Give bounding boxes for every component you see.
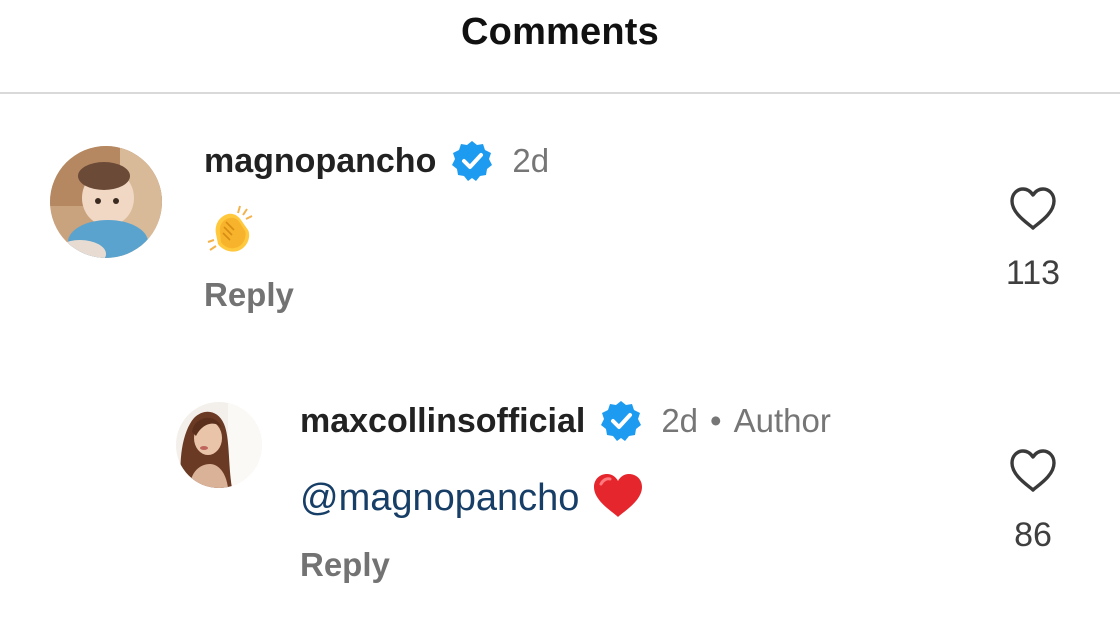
comment-body: @magnopancho — [300, 472, 645, 525]
author-badge: Author — [733, 402, 831, 439]
comment-time: 2d — [512, 142, 550, 179]
comments-sheet: Comments magnopancho 2d Reply 113 maxcol… — [0, 0, 1120, 628]
like-count: 86 — [1014, 516, 1052, 554]
comment-meta: maxcollinsofficial 2d • Author — [300, 398, 831, 444]
comment-meta: magnopancho 2d — [204, 138, 549, 184]
avatar[interactable] — [50, 146, 162, 258]
red-heart-emoji-icon — [579, 472, 645, 525]
username[interactable]: maxcollinsofficial — [300, 402, 585, 441]
verified-badge-icon — [599, 399, 643, 443]
clapping-hands-emoji-icon — [204, 204, 256, 256]
reply-button[interactable]: Reply — [300, 546, 390, 584]
avatar[interactable] — [176, 402, 262, 488]
page-title: Comments — [461, 10, 659, 53]
heart-outline-icon — [1010, 187, 1056, 230]
like-column: 86 — [988, 448, 1078, 555]
like-button[interactable] — [988, 448, 1078, 494]
like-column: 113 — [988, 186, 1078, 293]
reply-button[interactable]: Reply — [204, 276, 294, 314]
heart-outline-icon — [1010, 449, 1056, 492]
like-count: 113 — [1005, 254, 1061, 292]
comment-time: 2d — [661, 402, 699, 439]
meta-separator: • — [710, 402, 722, 439]
mention-link[interactable]: @magnopancho — [300, 477, 579, 520]
username[interactable]: magnopancho — [204, 142, 436, 181]
comment-body — [204, 204, 256, 256]
comments-header: Comments — [0, 0, 1120, 94]
verified-badge-icon — [450, 139, 494, 183]
like-button[interactable] — [988, 186, 1078, 232]
